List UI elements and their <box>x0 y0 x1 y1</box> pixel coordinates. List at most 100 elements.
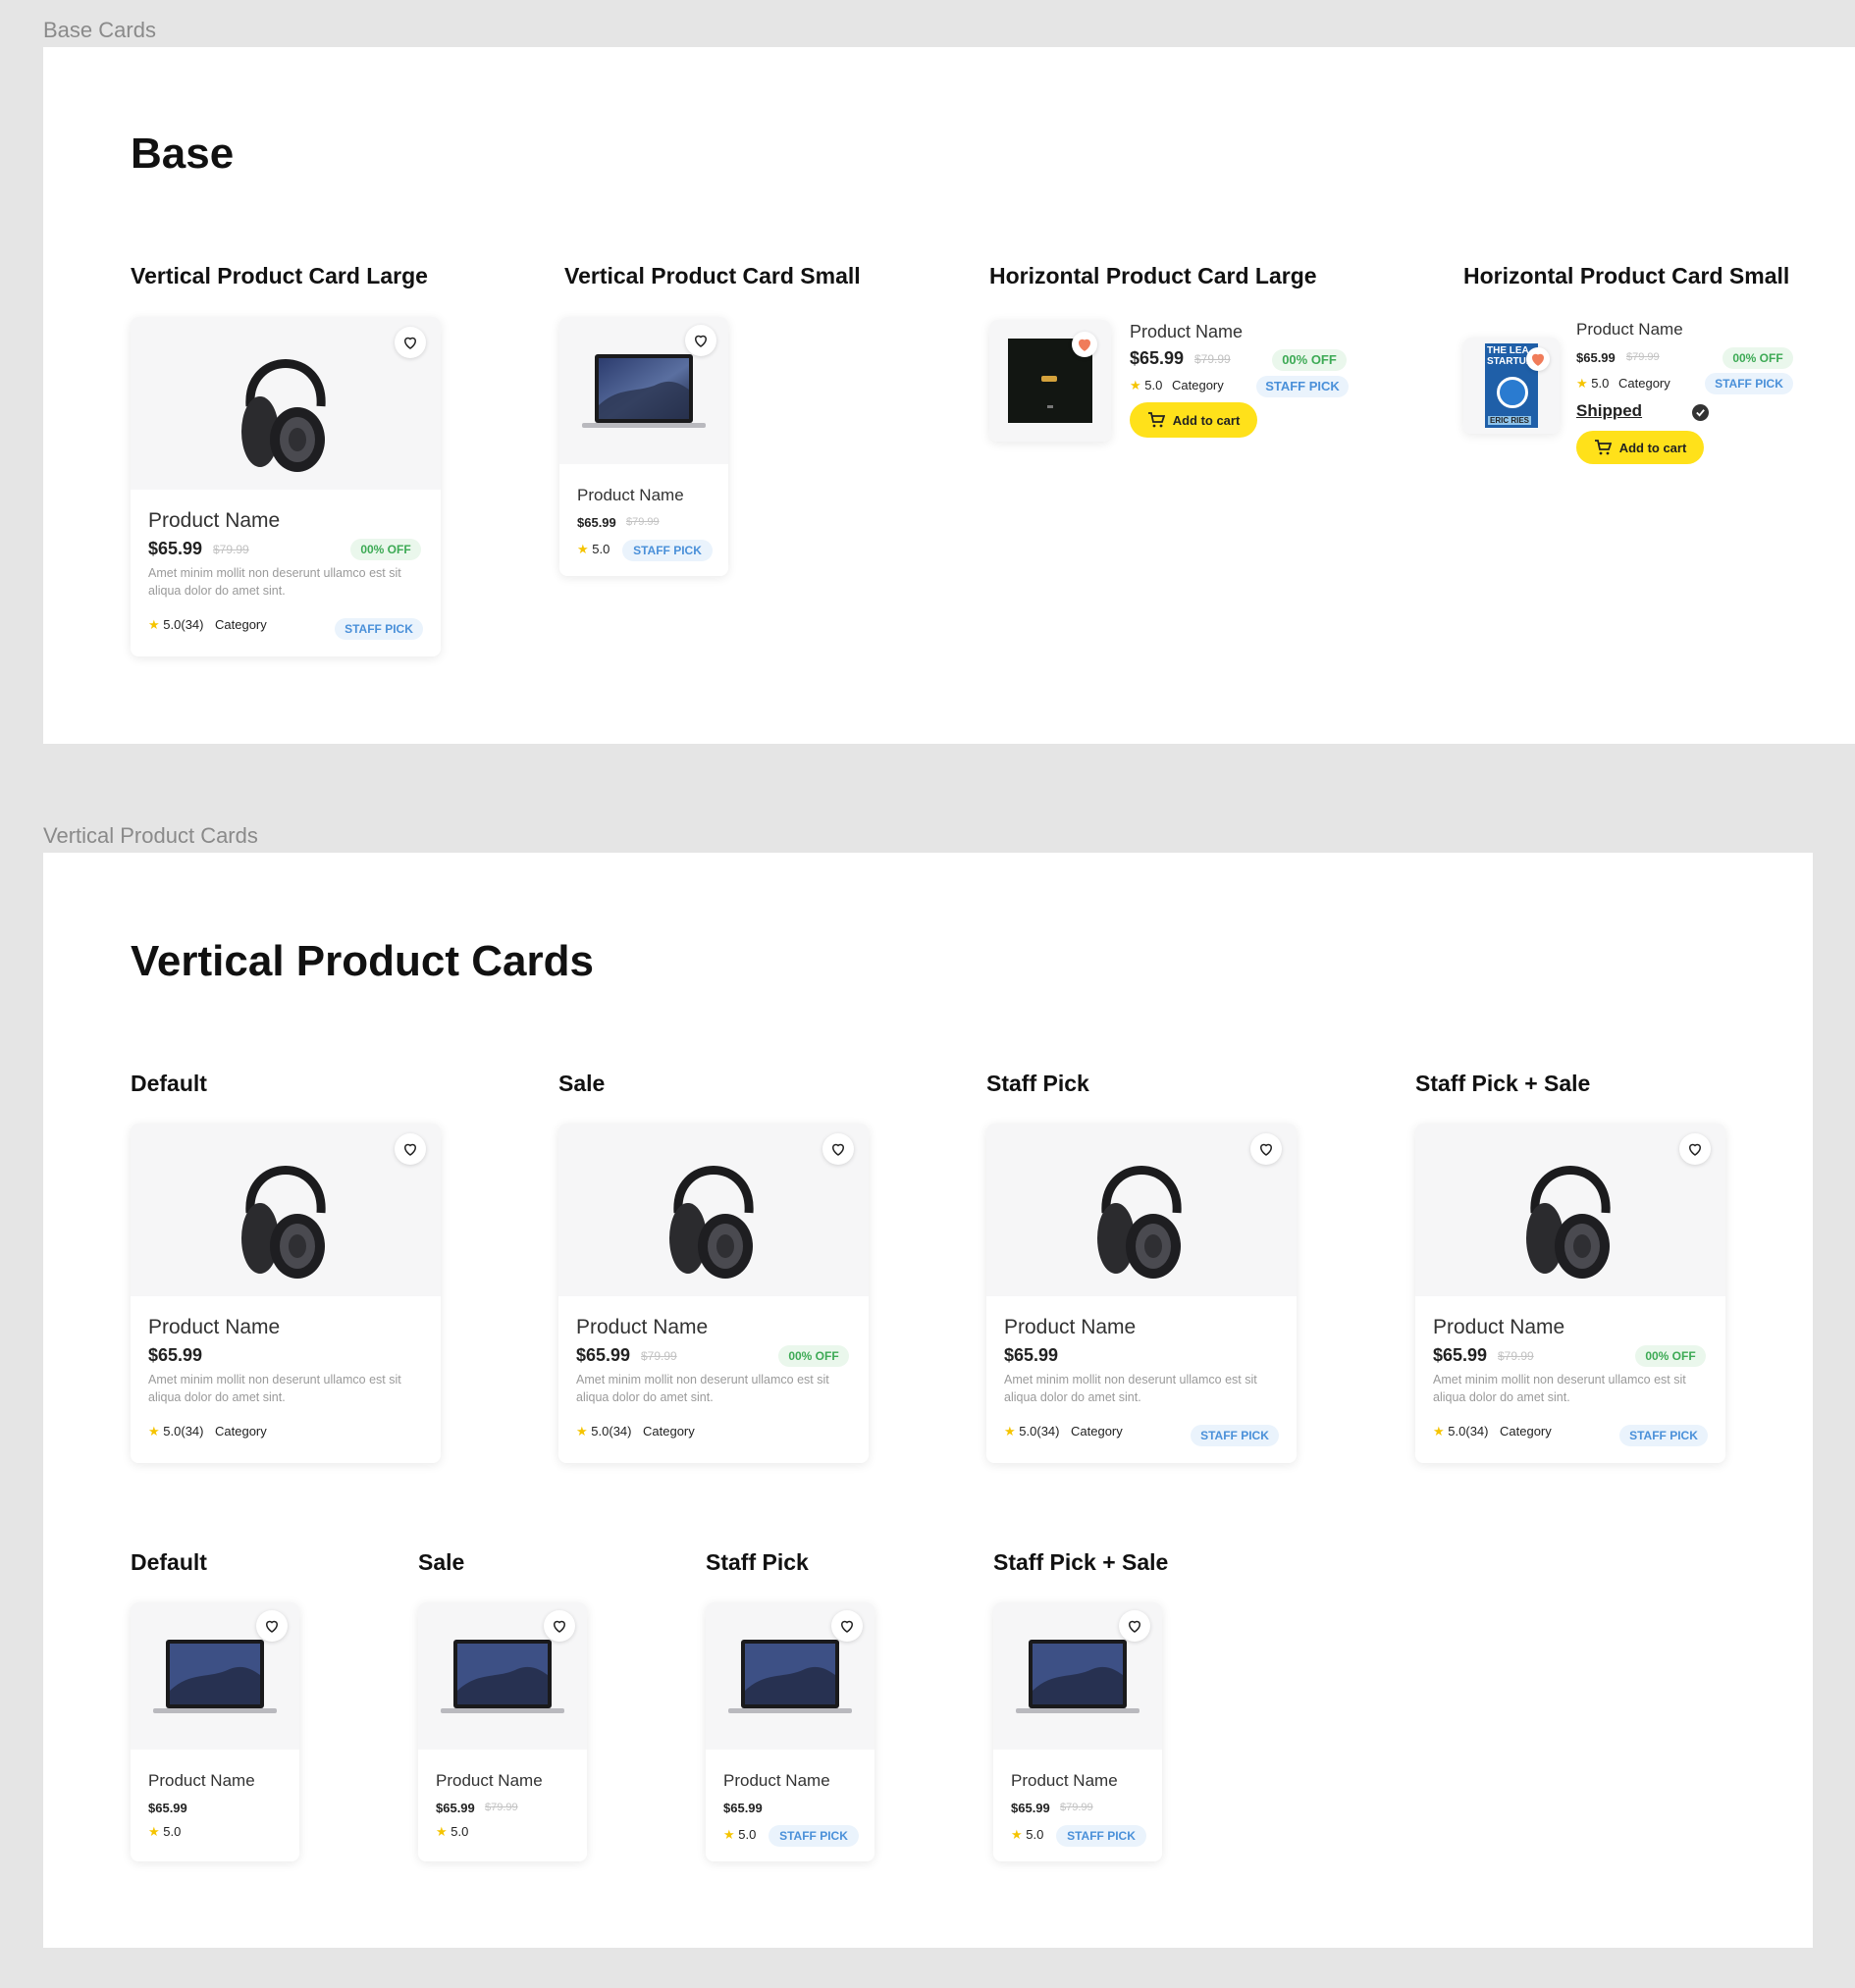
horizontal-card-image-small[interactable]: THE LEA STARTUP ERIC RIES <box>1463 338 1560 434</box>
rating-value: 5.0 <box>450 1824 469 1839</box>
category-label[interactable]: Category <box>1500 1424 1552 1439</box>
product-card-small-staff-pick-sale[interactable]: Product Name $65.99 $79.99 ★ 5.0 STAFF P… <box>993 1602 1162 1861</box>
favorite-button[interactable] <box>831 1610 863 1642</box>
product-card-sale[interactable]: Product Name $65.99 $79.99 00% OFF Amet … <box>558 1124 869 1463</box>
laptop-image <box>441 1640 564 1713</box>
review-count: (34) <box>1036 1424 1060 1439</box>
product-price: $65.99 <box>148 1345 203 1365</box>
subtitle-staff-pick: Staff Pick <box>986 1071 1089 1096</box>
check-circle-icon <box>1692 404 1709 421</box>
review-count: (34) <box>181 617 204 632</box>
product-price: $65.99 <box>1433 1345 1488 1365</box>
favorite-button-active[interactable] <box>1072 332 1097 357</box>
category-label[interactable]: Category <box>1172 378 1224 392</box>
product-price: $65.99 <box>1576 350 1616 365</box>
favorite-button[interactable] <box>544 1610 575 1642</box>
product-name[interactable]: Product Name <box>1004 1316 1136 1339</box>
favorite-button[interactable] <box>395 1133 426 1165</box>
book-title-1: THE LEA <box>1487 345 1529 356</box>
add-to-cart-button[interactable]: Add to cart <box>1576 431 1704 464</box>
favorite-button[interactable] <box>685 325 716 356</box>
discount-badge: 00% OFF <box>1635 1345 1706 1367</box>
frame-label-base: Base Cards <box>43 18 156 42</box>
product-card-vertical-small[interactable]: Product Name $65.99 $79.99 ★ 5.0 STAFF P… <box>559 317 728 576</box>
staff-pick-badge: STAFF PICK <box>1191 1425 1279 1446</box>
headphones-image <box>669 1166 754 1279</box>
product-card-small-staff-pick[interactable]: Product Name $65.99 ★ 5.0 STAFF PICK <box>706 1602 874 1861</box>
add-to-cart-label: Add to cart <box>1618 440 1687 455</box>
subtitle-sale-small: Sale <box>418 1549 465 1575</box>
laptop-image <box>728 1640 852 1713</box>
product-name[interactable]: Product Name <box>1576 320 1683 340</box>
product-name[interactable]: Product Name <box>577 486 684 505</box>
star-icon: ★ <box>1576 376 1588 391</box>
heart-icon <box>553 1620 566 1633</box>
discount-badge: 00% OFF <box>778 1345 849 1367</box>
old-price: $79.99 <box>1498 1349 1534 1363</box>
product-card-staff-pick-sale[interactable]: Product Name $65.99 $79.99 00% OFF Amet … <box>1415 1124 1725 1463</box>
headphones-image <box>1097 1166 1182 1279</box>
star-icon: ★ <box>576 1424 588 1439</box>
heart-icon <box>265 1620 279 1633</box>
add-to-cart-label: Add to cart <box>1172 412 1241 428</box>
old-price: $79.99 <box>1060 1802 1093 1813</box>
old-price: $79.99 <box>626 516 660 528</box>
section-title-base: Base <box>131 130 235 178</box>
product-name[interactable]: Product Name <box>1011 1771 1118 1791</box>
category-label[interactable]: Category <box>1618 376 1670 391</box>
rating: ★ 5.0 <box>148 1824 181 1840</box>
favorite-button-active[interactable] <box>1526 347 1550 371</box>
old-price: $79.99 <box>1194 352 1231 366</box>
product-name[interactable]: Product Name <box>1130 322 1243 342</box>
product-price: $65.99 <box>1011 1801 1050 1815</box>
category-label[interactable]: Category <box>1071 1424 1123 1439</box>
staff-pick-badge: STAFF PICK <box>335 618 423 640</box>
product-card-staff-pick[interactable]: Product Name $65.99 Amet minim mollit no… <box>986 1124 1297 1463</box>
star-icon: ★ <box>148 1824 160 1839</box>
subtitle-staff-pick-sale-small: Staff Pick + Sale <box>993 1549 1169 1575</box>
staff-pick-badge: STAFF PICK <box>1619 1425 1708 1446</box>
star-icon: ★ <box>723 1827 735 1842</box>
favorite-button[interactable] <box>395 327 426 358</box>
old-price: $79.99 <box>485 1802 518 1813</box>
heart-icon <box>1259 1143 1273 1156</box>
cart-icon <box>1594 440 1612 455</box>
product-name[interactable]: Product Name <box>576 1316 708 1339</box>
rating: ★ 5.0(34) <box>576 1424 631 1439</box>
favorite-button[interactable] <box>256 1610 288 1642</box>
old-price: $79.99 <box>213 543 249 556</box>
product-description: Amet minim mollit non deserunt ullamco e… <box>148 1373 401 1404</box>
product-name[interactable]: Product Name <box>1433 1316 1564 1339</box>
product-card-small-default[interactable]: Product Name $65.99 ★ 5.0 <box>131 1602 299 1861</box>
product-card-default[interactable]: Product Name $65.99 Amet minim mollit no… <box>131 1124 441 1463</box>
category-label[interactable]: Category <box>215 617 267 632</box>
product-name[interactable]: Product Name <box>723 1771 830 1791</box>
rating: ★ 5.0 <box>1576 376 1609 392</box>
category-label[interactable]: Category <box>215 1424 267 1439</box>
star-icon: ★ <box>1004 1424 1016 1439</box>
rating: ★ 5.0 <box>1011 1827 1043 1843</box>
subtitle-sale: Sale <box>558 1071 606 1096</box>
product-name[interactable]: Product Name <box>148 509 280 533</box>
product-price: $65.99 <box>436 1801 475 1815</box>
headphones-image <box>241 1166 326 1279</box>
favorite-button[interactable] <box>1119 1610 1150 1642</box>
old-price: $79.99 <box>641 1349 677 1363</box>
subtitle-staff-pick-sale: Staff Pick + Sale <box>1415 1071 1591 1096</box>
product-name[interactable]: Product Name <box>436 1771 543 1791</box>
subtitle-horizontal-small: Horizontal Product Card Small <box>1463 263 1790 288</box>
product-name[interactable]: Product Name <box>148 1771 255 1791</box>
favorite-button[interactable] <box>1250 1133 1282 1165</box>
favorite-button[interactable] <box>1679 1133 1711 1165</box>
product-name[interactable]: Product Name <box>148 1316 280 1339</box>
category-label[interactable]: Category <box>643 1424 695 1439</box>
product-card-small-sale[interactable]: Product Name $65.99 $79.99 ★ 5.0 <box>418 1602 587 1861</box>
horizontal-card-image-large[interactable] <box>989 320 1111 442</box>
rating-value: 5.0 <box>163 617 182 632</box>
star-icon: ★ <box>1130 378 1141 392</box>
add-to-cart-button[interactable]: Add to cart <box>1130 402 1257 438</box>
product-card-vertical-large[interactable]: Product Name $65.99 $79.99 00% OFF Amet … <box>131 317 441 656</box>
favorite-button[interactable] <box>822 1133 854 1165</box>
staff-pick-badge: STAFF PICK <box>622 540 713 561</box>
book-author: ERIC RIES <box>1488 416 1532 425</box>
